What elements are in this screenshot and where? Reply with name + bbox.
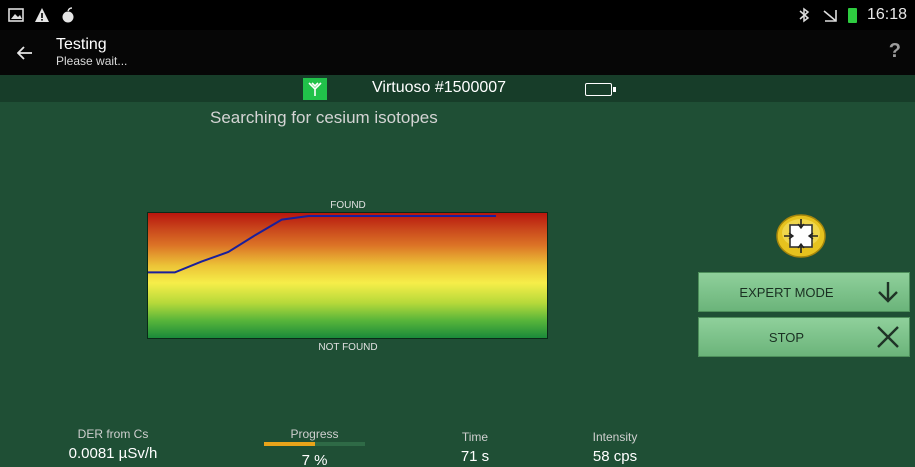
status-right: 16:18 — [796, 6, 907, 24]
progress-bar-fill — [264, 442, 315, 446]
time-value: 71 s — [460, 448, 490, 465]
progress-bar — [264, 442, 365, 446]
gauge-found-label: FOUND — [330, 200, 366, 211]
stop-button[interactable]: STOP — [698, 317, 910, 357]
intensity-label: Intensity — [592, 430, 638, 444]
page-title: Testing — [56, 36, 107, 53]
status-bar: 16:18 — [0, 0, 915, 30]
status-time: 16:18 — [866, 6, 907, 23]
status-left — [8, 7, 76, 23]
gauge-not-found-label: NOT FOUND — [318, 342, 378, 353]
title-block: Testing Please wait... — [56, 36, 127, 69]
detection-gauge — [147, 212, 548, 339]
device-name: Virtuoso #1500007 — [372, 79, 507, 96]
intensity-value: 58 cps — [592, 448, 638, 465]
expert-mode-label: EXPERT MODE — [739, 284, 834, 300]
time-readout: Time 71 s — [435, 430, 515, 465]
back-button[interactable] — [0, 30, 50, 75]
page-subtitle: Please wait... — [56, 54, 128, 68]
antenna-icon — [303, 78, 327, 100]
warning-icon — [35, 8, 49, 22]
gauge-trace-line — [148, 215, 496, 274]
signal-muted-icon — [823, 10, 837, 22]
der-label: DER from Cs — [77, 427, 149, 441]
der-readout: DER from Cs 0.0081 µSv/h — [48, 427, 178, 462]
progress-readout: Progress 7 % — [264, 427, 365, 467]
action-bar: Testing Please wait... ? — [0, 30, 915, 75]
close-icon — [877, 326, 899, 348]
back-arrow-icon — [17, 45, 32, 60]
arrow-down-icon — [878, 282, 898, 303]
gauge-trace-layer — [148, 215, 496, 274]
der-value: 0.0081 µSv/h — [68, 445, 158, 462]
help-button[interactable]: ? — [889, 40, 901, 63]
time-label: Time — [461, 430, 489, 444]
progress-value: 7 % — [301, 452, 328, 467]
intensity-readout: Intensity 58 cps — [570, 430, 660, 465]
center-target-icon[interactable] — [776, 213, 826, 259]
bluetooth-icon — [799, 7, 810, 23]
battery-icon — [847, 7, 857, 23]
gallery-icon — [8, 8, 24, 22]
search-status-text: Searching for cesium isotopes — [210, 108, 438, 127]
app-screen: 16:18 Testing Please wait... ? Virtuoso … — [0, 0, 915, 467]
stop-label: STOP — [768, 329, 805, 345]
progress-label: Progress — [290, 427, 339, 441]
device-bar: Virtuoso #1500007 — [0, 75, 915, 102]
apple-icon — [62, 7, 74, 23]
expert-mode-button[interactable]: EXPERT MODE — [698, 272, 910, 312]
device-battery-icon — [585, 83, 616, 96]
